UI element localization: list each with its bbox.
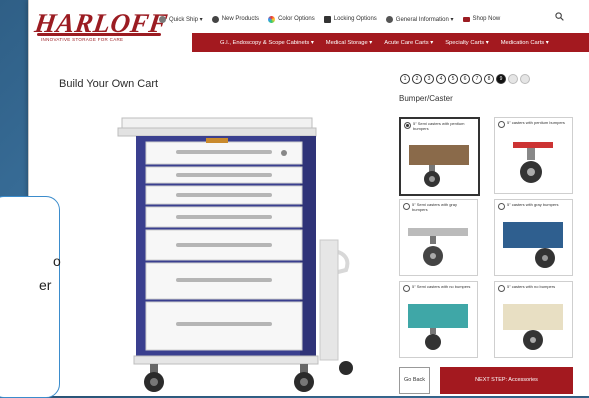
top-link-label: Shop Now (472, 16, 501, 22)
top-link-color-options[interactable]: Color Options (268, 15, 315, 23)
callout-text-line-2: er (39, 277, 52, 293)
top-link-shop-now[interactable]: Shop Now (462, 16, 501, 22)
page-title: Build Your Own Cart (59, 78, 159, 90)
caster-image (503, 304, 563, 350)
step-8[interactable]: 8 (484, 74, 494, 84)
caster-image (408, 228, 468, 266)
step-9-current[interactable]: 9 (496, 74, 506, 84)
step-3[interactable]: 3 (424, 74, 434, 84)
option-text: 5" Semi casters with pentium bumpers (413, 121, 465, 131)
caster-image (408, 304, 468, 350)
option-label: 5" Semi casters with no bumpers (403, 284, 473, 292)
step-1[interactable]: 1 (400, 74, 410, 84)
section-label: Bumper/Caster (399, 94, 453, 103)
top-link-label: Quick Ship ▾ (169, 16, 203, 23)
step-2[interactable]: 2 (412, 74, 422, 84)
radio-icon (498, 285, 505, 292)
harloff-logo[interactable]: HARLOFF INNOVATIVE STORAGE FOR CARE (33, 8, 170, 48)
main-nav: G.I., Endoscopy & Scope Cabinets ▾ Medic… (192, 33, 589, 52)
cart-preview-image (117, 117, 353, 392)
caster-image (513, 142, 553, 183)
go-back-button[interactable]: Go Back (399, 367, 430, 394)
logo-tagline: INNOVATIVE STORAGE FOR CARE (41, 37, 124, 42)
option-casters-none[interactable]: 5" casters with no bumpers (494, 281, 573, 358)
callout-text-line-1: o (53, 253, 61, 269)
option-semi-casters-pentium[interactable]: 5" Semi casters with pentium bumpers (399, 117, 480, 196)
quick-ship-icon (159, 15, 166, 23)
next-step-button[interactable]: NEXT STEP: Accessories (440, 367, 573, 394)
radio-selected-icon (404, 122, 411, 129)
option-text: 5" Semi casters with gray bumpers (412, 202, 457, 212)
top-link-new-products[interactable]: New Products (211, 15, 260, 23)
top-links: Quick Ship ▾ New Products Color Options … (159, 12, 509, 26)
step-7[interactable]: 7 (472, 74, 482, 84)
radio-icon (498, 203, 505, 210)
search-icon[interactable] (555, 12, 564, 21)
caster-image (409, 145, 469, 187)
top-link-label: Color Options (278, 16, 315, 22)
site-header: HARLOFF INNOVATIVE STORAGE FOR CARE Quic… (29, 0, 589, 58)
option-label: 5" casters with gray bumpers (498, 202, 568, 210)
step-10: 10 (508, 74, 518, 84)
option-text: 5" casters with no bumpers (507, 284, 556, 289)
option-label: 5" casters with no bumpers (498, 284, 568, 292)
top-link-label: General Information ▾ (395, 16, 454, 23)
nav-specialty-carts[interactable]: Specialty Carts ▾ (439, 40, 495, 46)
color-options-icon (268, 15, 276, 23)
radio-icon (498, 121, 505, 128)
step-indicator: 1 2 3 4 5 6 7 8 9 10 11 (400, 74, 532, 84)
cart-icon (462, 16, 470, 22)
nav-gi-endoscopy[interactable]: G.I., Endoscopy & Scope Cabinets ▾ (214, 40, 320, 46)
callout-bubble: o er (0, 196, 61, 398)
caster-image (503, 222, 563, 268)
option-casters-pentium[interactable]: 5" casters with pentium bumpers (494, 117, 573, 194)
option-text: 5" casters with gray bumpers (507, 202, 559, 207)
option-text: 5" Semi casters with no bumpers (412, 284, 471, 289)
option-semi-casters-gray[interactable]: 5" Semi casters with gray bumpers (399, 199, 478, 276)
step-4[interactable]: 4 (436, 74, 446, 84)
top-link-label: New Products (221, 16, 260, 22)
info-icon (385, 15, 393, 23)
nav-medical-storage[interactable]: Medical Storage ▾ (320, 40, 378, 46)
nav-medication-carts[interactable]: Medication Carts ▾ (495, 40, 555, 46)
top-link-quick-ship[interactable]: Quick Ship ▾ (159, 15, 203, 23)
nav-acute-care-carts[interactable]: Acute Care Carts ▾ (378, 40, 439, 46)
option-label: 5" casters with pentium bumpers (498, 120, 568, 128)
option-label: 5" Semi casters with gray bumpers (403, 202, 473, 212)
top-link-label: Locking Options (333, 16, 377, 22)
step-11: 11 (520, 74, 530, 84)
option-label: 5" Semi casters with pentium bumpers (404, 121, 474, 131)
new-products-icon (211, 15, 219, 23)
top-link-general-info[interactable]: General Information ▾ (385, 15, 454, 23)
logo-swoosh (37, 33, 161, 36)
step-6[interactable]: 6 (460, 74, 470, 84)
lock-icon (323, 15, 331, 23)
option-text: 5" casters with pentium bumpers (507, 120, 565, 125)
option-semi-casters-none[interactable]: 5" Semi casters with no bumpers (399, 281, 478, 358)
step-5[interactable]: 5 (448, 74, 458, 84)
radio-icon (403, 203, 410, 210)
browser-page: HARLOFF INNOVATIVE STORAGE FOR CARE Quic… (28, 0, 589, 396)
option-casters-gray[interactable]: 5" casters with gray bumpers (494, 199, 573, 276)
radio-icon (403, 285, 410, 292)
top-link-locking-options[interactable]: Locking Options (323, 15, 377, 23)
